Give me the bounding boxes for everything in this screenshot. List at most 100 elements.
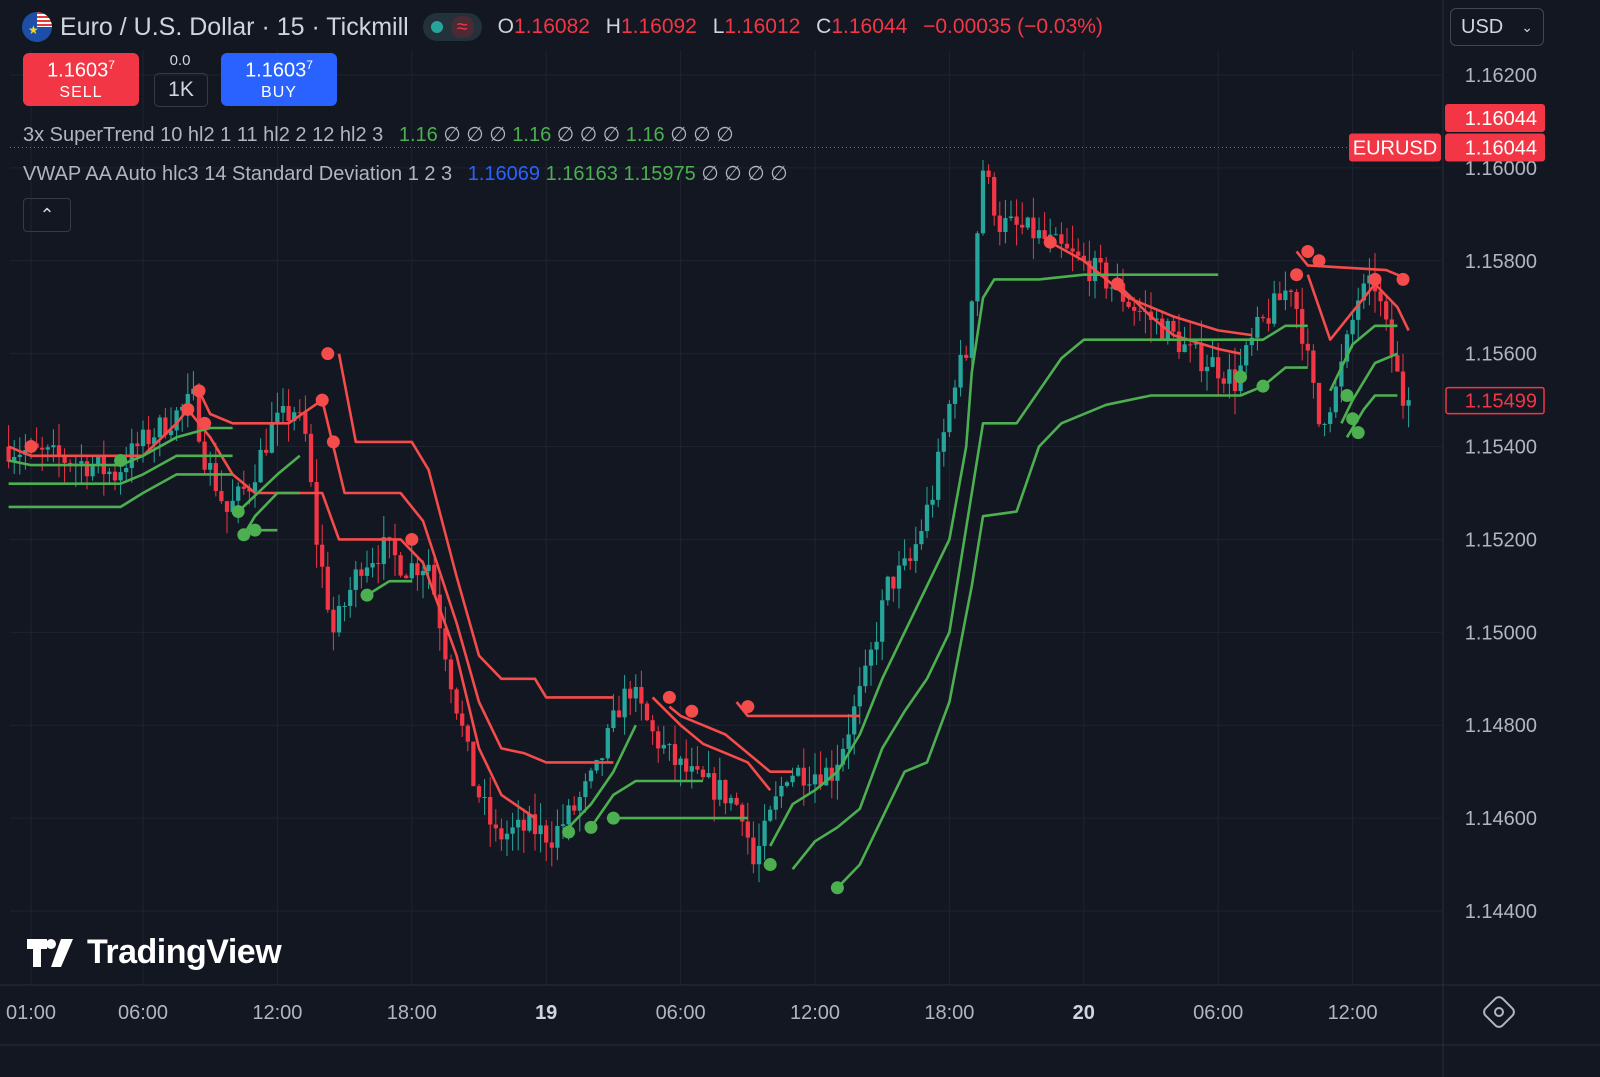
candle-body	[370, 563, 375, 568]
candle-body	[1076, 251, 1081, 256]
price-tick-label: 1.15600	[1465, 344, 1537, 366]
candle-body	[717, 779, 722, 800]
market-status-pill[interactable]: ≈	[422, 13, 482, 41]
marked-price-label: 1.15499	[1465, 391, 1537, 413]
candle-body	[1036, 230, 1042, 239]
candle-body	[1316, 382, 1322, 425]
candle-body	[768, 809, 773, 821]
candle-body	[1204, 366, 1210, 372]
last-price-label-top: 1.16044	[1465, 108, 1537, 130]
candle-body	[583, 781, 588, 798]
candle-body	[812, 774, 818, 785]
supertrend-sell-marker	[321, 347, 335, 361]
currency-select[interactable]: USD ⌄	[1450, 8, 1544, 46]
candle-body	[1255, 316, 1260, 338]
supertrend-buy-marker	[1351, 426, 1365, 440]
candle-body	[448, 659, 454, 690]
candle-body	[17, 454, 22, 457]
candle-body	[359, 569, 364, 576]
supertrend-buy-marker	[360, 588, 374, 602]
candle-body	[1126, 301, 1131, 307]
candle-body	[880, 600, 885, 642]
candle-body	[460, 713, 465, 726]
candle-body	[1098, 257, 1103, 263]
candle-body	[107, 471, 112, 475]
candle-body	[544, 825, 549, 843]
candle-body	[499, 828, 504, 840]
supertrend-buy-marker	[830, 881, 844, 895]
candle-body	[1137, 310, 1142, 312]
supertrend-legend[interactable]: 3x SuperTrend 10 hl2 1 11 hl2 2 12 hl2 3…	[23, 122, 734, 147]
candle-body	[1283, 290, 1288, 301]
candle-body	[997, 215, 1002, 232]
candle-body	[336, 605, 342, 633]
time-tick-label: 19	[535, 1002, 557, 1024]
candle-body	[308, 433, 314, 483]
candle	[398, 552, 403, 578]
candle-body	[1221, 378, 1226, 384]
candle-body	[616, 710, 622, 718]
candle-body	[885, 576, 890, 601]
time-tick-label: 12:00	[790, 1002, 840, 1024]
candle-body	[672, 744, 678, 765]
candle-body	[56, 445, 62, 457]
candle-body	[952, 387, 958, 404]
candle-body	[303, 412, 308, 434]
last-price-label: 1.16044	[1465, 137, 1537, 159]
collapse-legend-button[interactable]: ⌃	[23, 198, 71, 232]
candle-body	[751, 837, 756, 865]
candle-body	[1020, 224, 1025, 228]
candle-body	[1008, 216, 1014, 219]
candle-body	[381, 537, 386, 565]
candle-body	[891, 576, 896, 589]
candle-body	[342, 605, 347, 607]
candle-body	[712, 773, 717, 800]
candle-body	[756, 845, 762, 865]
candle-body	[628, 688, 633, 699]
candle-body	[896, 565, 902, 589]
candle-body	[1294, 292, 1299, 310]
candle-body	[779, 785, 784, 797]
candle-body	[1350, 319, 1355, 335]
candle	[947, 400, 952, 437]
symbol-title[interactable]: Euro / U.S. Dollar · 15 · Tickmill	[60, 13, 409, 42]
supertrend-sell-marker	[1368, 272, 1382, 286]
candle-body	[964, 354, 969, 358]
candle-body	[488, 797, 493, 825]
candle-body	[376, 563, 381, 565]
candle-body	[1014, 216, 1019, 225]
candle-body	[577, 797, 582, 811]
candle-body	[1025, 217, 1030, 228]
buy-button[interactable]: 1.16037 BUY	[221, 53, 337, 106]
candle-body	[398, 555, 403, 576]
candle	[644, 701, 650, 722]
candle-body	[700, 769, 706, 778]
candle-body	[236, 486, 241, 501]
candle-body	[975, 233, 980, 302]
price-tick-label: 1.14400	[1465, 901, 1537, 923]
candle-body	[1277, 293, 1282, 301]
candle-body	[801, 767, 806, 786]
candle-body	[1059, 234, 1064, 244]
vwap-legend[interactable]: VWAP AA Auto hlc3 14 Standard Deviation …	[23, 161, 788, 186]
candle-body	[157, 417, 162, 438]
candle-body	[135, 443, 140, 447]
candle-body	[51, 445, 56, 448]
supertrend-sell-marker	[1312, 254, 1326, 268]
candle-body	[846, 734, 851, 749]
candle-body	[1210, 357, 1215, 367]
candle-body	[521, 819, 526, 831]
candle-body	[510, 827, 515, 834]
candle	[471, 741, 476, 787]
candle-body	[241, 486, 246, 489]
price-tick-label: 1.15800	[1465, 251, 1537, 273]
supertrend-buy-marker	[1346, 412, 1360, 426]
candle-body	[773, 796, 778, 810]
quantity-input[interactable]: 1K	[154, 73, 208, 107]
candle-body	[286, 406, 291, 422]
candle-body	[79, 461, 84, 464]
candle-body	[1266, 318, 1271, 324]
candle-body	[1132, 306, 1137, 311]
sell-button[interactable]: 1.16037 SELL	[23, 53, 139, 106]
candle-body	[1064, 243, 1070, 249]
